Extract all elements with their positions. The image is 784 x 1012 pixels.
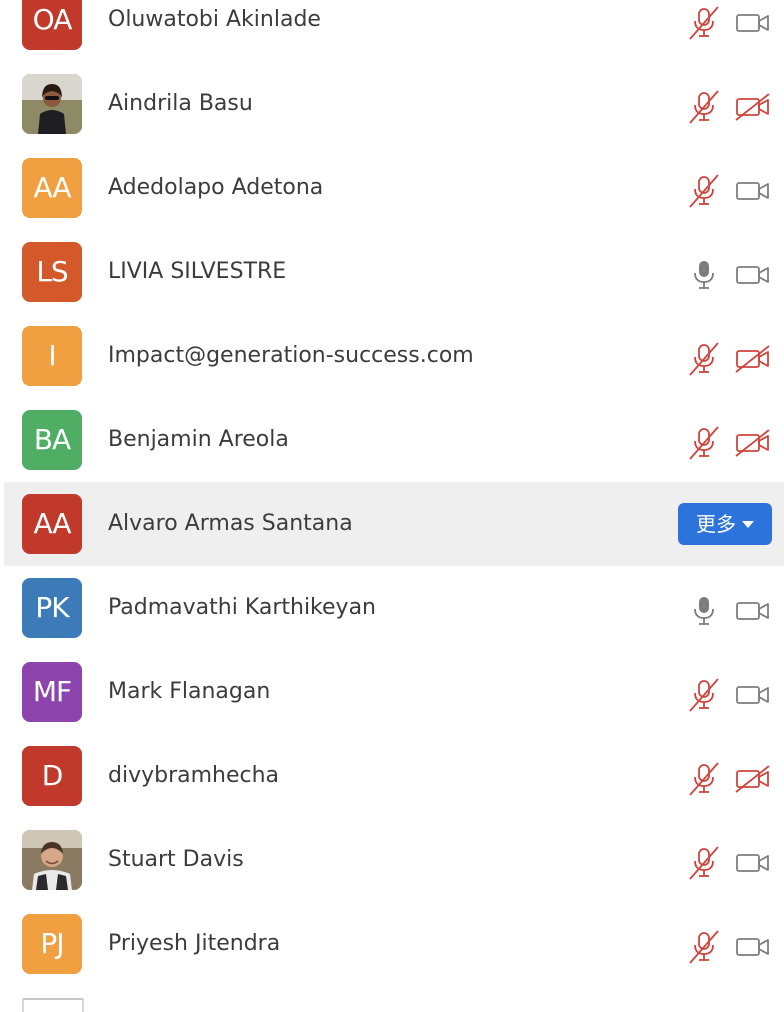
- participant-row[interactable]: LS LIVIA SILVESTRE: [0, 230, 784, 314]
- video-camera-icon[interactable]: [734, 677, 772, 713]
- microphone-muted-icon[interactable]: [686, 761, 722, 797]
- avatar: PK: [22, 578, 82, 638]
- participant-name: Impact@generation-success.com: [108, 343, 474, 368]
- participant-name: Adedolapo Adetona: [108, 175, 324, 200]
- video-camera-off-icon[interactable]: [734, 761, 772, 797]
- microphone-muted-icon[interactable]: [686, 89, 722, 125]
- avatar: AA: [22, 494, 82, 554]
- participant-row[interactable]: AA Adedolapo Adetona: [0, 146, 784, 230]
- avatar: AA: [22, 158, 82, 218]
- participant-row[interactable]: OA Oluwatobi Akinlade: [0, 0, 784, 62]
- participant-row[interactable]: PK Padmavathi Karthikeyan: [0, 566, 784, 650]
- microphone-icon[interactable]: [686, 257, 722, 293]
- participant-row[interactable]: BA Benjamin Areola: [0, 398, 784, 482]
- participant-name: Alvaro Armas Santana: [108, 511, 353, 536]
- microphone-muted-icon[interactable]: [686, 425, 722, 461]
- more-button[interactable]: 更多: [678, 503, 772, 545]
- participant-row[interactable]: MF Mark Flanagan: [0, 650, 784, 734]
- video-camera-icon[interactable]: [734, 257, 772, 293]
- video-camera-icon[interactable]: [734, 929, 772, 965]
- video-camera-off-icon[interactable]: [734, 89, 772, 125]
- participant-name: Mark Flanagan: [108, 679, 271, 704]
- microphone-muted-icon[interactable]: [686, 845, 722, 881]
- participant-row[interactable]: Aindrila Basu: [0, 62, 784, 146]
- video-camera-icon[interactable]: [734, 593, 772, 629]
- participant-name: Padmavathi Karthikeyan: [108, 595, 376, 620]
- microphone-muted-icon[interactable]: [686, 5, 722, 41]
- video-camera-icon[interactable]: [734, 5, 772, 41]
- caret-down-icon: [742, 521, 754, 528]
- video-camera-icon[interactable]: [734, 845, 772, 881]
- avatar: OA: [22, 0, 82, 50]
- microphone-muted-icon[interactable]: [686, 173, 722, 209]
- participant-name: Benjamin Areola: [108, 427, 289, 452]
- participant-row[interactable]: Stuart Davis: [0, 818, 784, 902]
- participant-row[interactable]: Ddivybramhecha: [0, 734, 784, 818]
- participant-name: divybramhecha: [108, 763, 280, 788]
- participant-row[interactable]: AA Alvaro Armas Santana 更多: [4, 482, 784, 566]
- avatar: I: [22, 326, 82, 386]
- participant-row[interactable]: PJ Priyesh Jitendra: [0, 902, 784, 986]
- microphone-muted-icon[interactable]: [686, 341, 722, 377]
- participant-name: Aindrila Basu: [108, 91, 253, 116]
- participant-list: OA Oluwatobi Akinlade Aindrila Basu AA Adedo…: [0, 0, 784, 986]
- more-button-label: 更多: [696, 512, 736, 536]
- avatar: [22, 830, 82, 890]
- video-camera-off-icon[interactable]: [734, 425, 772, 461]
- avatar: [22, 74, 82, 134]
- avatar: LS: [22, 242, 82, 302]
- participant-name: Oluwatobi Akinlade: [108, 7, 321, 32]
- video-camera-off-icon[interactable]: [734, 341, 772, 377]
- avatar: BA: [22, 410, 82, 470]
- video-camera-icon[interactable]: [734, 173, 772, 209]
- avatar: D: [22, 746, 82, 806]
- microphone-icon[interactable]: [686, 593, 722, 629]
- microphone-muted-icon[interactable]: [686, 929, 722, 965]
- avatar: MF: [22, 662, 82, 722]
- participant-name: LIVIA SILVESTRE: [108, 259, 287, 284]
- microphone-muted-icon[interactable]: [686, 677, 722, 713]
- participant-name: Stuart Davis: [108, 847, 244, 872]
- avatar: PJ: [22, 914, 82, 974]
- participant-name: Priyesh Jitendra: [108, 931, 281, 956]
- participant-row[interactable]: I Impact@generation-success.com: [0, 314, 784, 398]
